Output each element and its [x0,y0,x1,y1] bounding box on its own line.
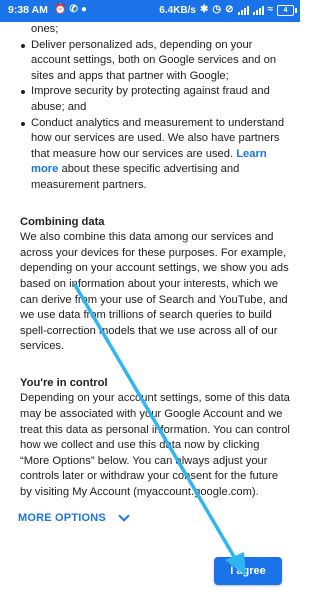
alarm-icon: ⏰ [54,4,67,15]
list-item: Improve security by protecting against f… [21,84,290,115]
purpose-list: ones; Deliver personalized ads, dependin… [20,22,290,194]
section-body-youre-in-control: Depending on your account settings, some… [20,392,290,499]
wifi-icon: ≈ [267,4,274,15]
more-options-label: MORE OPTIONS [18,512,106,524]
notification-icons: ⏰ ✆ ● [54,3,87,17]
mute-icon: ⊘ [225,4,234,15]
signal-2-icon [252,5,264,15]
status-time: 9:38 AM [8,4,48,16]
whatsapp-icon: ✆ [69,4,78,15]
chat-icon: ● [80,4,87,15]
section-heading-youre-in-control: You're in control [20,376,108,389]
chevron-down-icon [118,510,130,522]
alarm-clock-icon: ◷ [212,4,222,15]
agree-button[interactable]: I agree [214,557,282,585]
section-heading-combining-data: Combining data [20,215,105,228]
bluetooth-icon: ✱ [199,4,209,15]
privacy-terms-content: ones; Deliver personalized ads, dependin… [20,22,290,501]
status-bar: 9:38 AM ⏰ ✆ ● 6.4KB/s ✱ ◷ ⊘ ≈ 4 [0,0,300,22]
more-options-button[interactable]: MORE OPTIONS [18,510,130,524]
list-item: Deliver personalized ads, depending on y… [21,38,290,85]
list-item: Conduct analytics and measurement to und… [21,116,290,194]
battery-icon: 4 [277,4,297,16]
list-item: ones; [31,23,59,35]
system-icons: 6.4KB/s ✱ ◷ ⊘ ≈ 4 [159,3,297,17]
network-speed: 6.4KB/s [159,4,196,16]
signal-icon [237,5,249,15]
section-body-combining-data: We also combine this data among our serv… [20,231,289,353]
list-item-text-after: about these specific advertising and mea… [31,163,240,191]
